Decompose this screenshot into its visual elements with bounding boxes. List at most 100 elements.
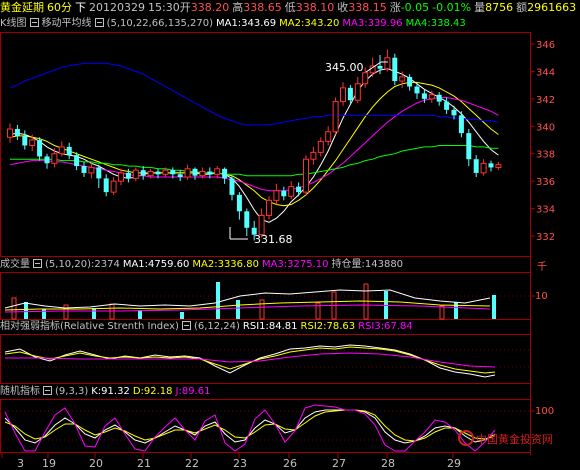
candlestick[interactable] xyxy=(473,155,479,178)
candlestick[interactable] xyxy=(281,186,287,201)
candlestick[interactable] xyxy=(58,141,65,157)
candlesticks[interactable] xyxy=(7,49,502,241)
candle-body xyxy=(407,76,413,87)
candle-body xyxy=(170,170,176,175)
candle-body xyxy=(288,186,295,197)
candle-body xyxy=(244,211,250,228)
candle-body xyxy=(96,167,102,179)
candlestick[interactable] xyxy=(7,123,13,143)
candle-body xyxy=(354,83,361,101)
candle-body xyxy=(229,178,235,195)
candlestick[interactable] xyxy=(229,175,235,201)
candlestick[interactable] xyxy=(74,152,80,171)
candlestick[interactable] xyxy=(495,161,502,171)
candlestick[interactable] xyxy=(103,174,109,197)
candlestick[interactable] xyxy=(66,142,72,160)
volume-bar xyxy=(216,282,220,319)
rsi-lines xyxy=(4,344,496,378)
candle-body xyxy=(317,140,324,153)
candlestick[interactable] xyxy=(332,97,339,135)
price-axis-label: 340 xyxy=(536,122,555,133)
candle-body xyxy=(473,159,479,173)
candle-body xyxy=(480,162,487,174)
kdj-panel-frame xyxy=(0,399,531,453)
candle-body xyxy=(81,166,87,173)
candlestick[interactable] xyxy=(266,196,272,220)
price-chart[interactable]: 346 344 342 340 338 336 334 332 345.00 331.68 1… xyxy=(0,0,580,470)
candlestick[interactable] xyxy=(288,181,295,199)
ma2-line xyxy=(9,81,499,207)
candle-body xyxy=(14,129,20,136)
candlestick[interactable] xyxy=(244,208,250,236)
volume-bars[interactable] xyxy=(4,282,496,320)
candlestick[interactable] xyxy=(177,170,183,182)
candlestick[interactable] xyxy=(140,166,146,180)
candlestick[interactable] xyxy=(436,92,442,106)
price-axis-label: 334 xyxy=(536,205,555,216)
candlestick[interactable] xyxy=(273,183,280,205)
candlestick[interactable] xyxy=(222,167,228,184)
candlestick[interactable] xyxy=(384,49,391,72)
candlestick[interactable] xyxy=(466,129,472,167)
candlestick[interactable] xyxy=(118,168,124,186)
candle-body xyxy=(451,109,457,116)
candle-body xyxy=(177,174,183,178)
candle-body xyxy=(273,190,280,201)
candle-body xyxy=(332,101,339,133)
d-line xyxy=(4,409,496,442)
volume-bar xyxy=(24,302,28,319)
candle-body xyxy=(88,166,95,174)
price-axis-label: 342 xyxy=(536,95,555,106)
candlestick[interactable] xyxy=(340,82,346,106)
candlestick[interactable] xyxy=(480,159,487,176)
candle-body xyxy=(340,87,346,103)
volume-bar xyxy=(138,310,142,319)
candlestick[interactable] xyxy=(184,164,191,180)
candle-body xyxy=(22,135,28,146)
candlestick[interactable] xyxy=(81,161,87,178)
candlestick[interactable] xyxy=(310,146,317,165)
candle-body xyxy=(325,131,332,142)
date-label: 27 xyxy=(332,457,346,470)
candle-body xyxy=(125,172,131,179)
candlestick[interactable] xyxy=(110,177,117,195)
date-label: 28 xyxy=(381,457,395,470)
candle-body xyxy=(222,168,228,179)
volume-bar xyxy=(492,295,496,319)
price-axis-label: 346 xyxy=(536,40,555,51)
candlestick[interactable] xyxy=(458,111,464,138)
candlestick[interactable] xyxy=(407,74,413,91)
volume-bar xyxy=(42,309,46,319)
volume-axis-label: 10 xyxy=(535,291,548,302)
candlestick[interactable] xyxy=(392,53,398,86)
candlestick[interactable] xyxy=(37,137,43,161)
volume-bar xyxy=(454,302,458,319)
candlestick[interactable] xyxy=(317,137,324,157)
candle-body xyxy=(347,87,353,101)
volume-ma1-line xyxy=(4,289,491,309)
candlestick[interactable] xyxy=(192,167,198,180)
candlestick[interactable] xyxy=(96,164,102,188)
candlestick[interactable] xyxy=(44,153,50,169)
candlestick[interactable] xyxy=(22,130,28,150)
candlestick[interactable] xyxy=(88,163,95,179)
candlestick[interactable] xyxy=(14,124,20,140)
candle-body xyxy=(207,171,213,175)
candlestick[interactable] xyxy=(354,76,361,103)
volume-bar xyxy=(63,304,69,320)
kline-panel-frame xyxy=(0,32,531,257)
candle-body xyxy=(444,101,450,110)
candlestick[interactable] xyxy=(325,126,332,146)
candlestick[interactable] xyxy=(444,97,450,114)
candlestick[interactable] xyxy=(236,192,242,220)
volume-bar xyxy=(439,305,445,320)
candlestick[interactable] xyxy=(303,155,309,195)
candlestick[interactable] xyxy=(488,160,494,172)
candle-body xyxy=(384,57,391,70)
candlestick[interactable] xyxy=(296,182,302,197)
candle-body xyxy=(132,169,139,179)
candlestick[interactable] xyxy=(132,167,139,182)
date-label: 29 xyxy=(447,457,461,470)
candle-body xyxy=(281,190,287,197)
candle-body xyxy=(303,158,309,193)
